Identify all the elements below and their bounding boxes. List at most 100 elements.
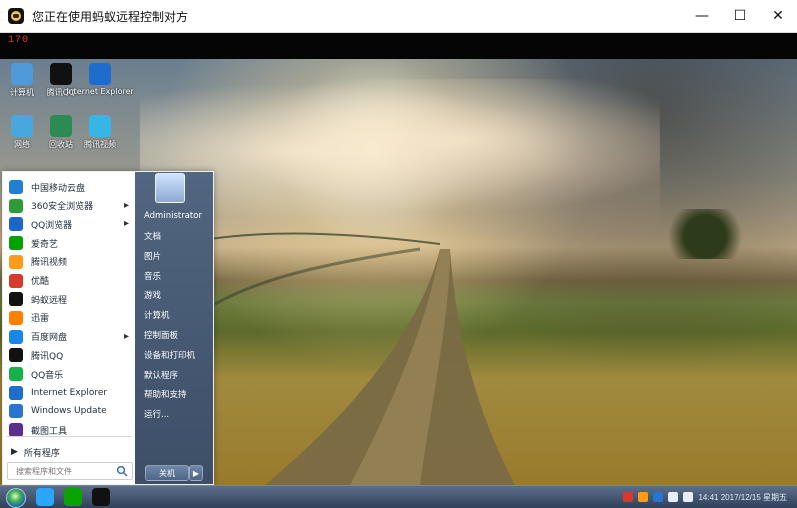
start-right-item-label: 控制面板 bbox=[144, 331, 179, 341]
program-icon bbox=[9, 310, 23, 325]
start-right-item[interactable]: 运行... bbox=[144, 406, 169, 422]
start-menu-item[interactable]: QQ浏览器 ▸ bbox=[3, 215, 135, 233]
clock[interactable]: 14:41 2017/12/15 星期五 bbox=[698, 492, 787, 503]
start-button[interactable] bbox=[6, 488, 26, 508]
start-right-item[interactable]: 计算机 bbox=[144, 307, 170, 323]
shutdown-options-button[interactable]: ▶ bbox=[189, 465, 203, 481]
start-menu-item[interactable]: Windows Update bbox=[3, 402, 135, 420]
start-menu-item[interactable]: 中国移动云盘 bbox=[3, 178, 135, 196]
remote-topbar: 170 bbox=[0, 33, 797, 59]
start-right-item[interactable]: 音乐 bbox=[144, 268, 161, 284]
minimize-button[interactable]: — bbox=[683, 0, 721, 32]
tray-icon[interactable] bbox=[668, 492, 679, 502]
start-menu-item[interactable]: 360安全浏览器 ▸ bbox=[3, 197, 135, 215]
tray-icon[interactable] bbox=[653, 492, 664, 502]
start-menu-item[interactable]: Internet Explorer bbox=[3, 384, 135, 402]
start-menu-separator bbox=[7, 436, 131, 437]
start-menu-item-label: 优酷 bbox=[31, 277, 50, 287]
internet-explorer-icon bbox=[89, 63, 111, 85]
remote-control-window: 您正在使用蚂蚁远程控制对方 — ☐ ✕ 170 计算机 腾讯QQ Interne… bbox=[0, 0, 797, 508]
search-input[interactable] bbox=[14, 465, 118, 477]
program-icon bbox=[9, 292, 23, 307]
program-icon bbox=[9, 217, 23, 232]
desktop-icon-label: 回收站 bbox=[49, 140, 73, 149]
start-menu-item-label: 360安全浏览器 bbox=[31, 202, 94, 213]
taskbar-iqiyi-icon[interactable] bbox=[64, 488, 82, 506]
start-menu-programs: 中国移动云盘 360安全浏览器 ▸ QQ浏览器 ▸ 爱奇艺 腾讯视频 优酷 蚂蚁远程 迅雷 百度网盘… bbox=[3, 172, 135, 484]
start-right-item[interactable]: 文档 bbox=[144, 228, 161, 244]
fps-counter: 170 bbox=[8, 35, 30, 46]
start-menu-item[interactable]: 蚂蚁远程 bbox=[3, 290, 135, 308]
start-menu-item[interactable]: 迅雷 bbox=[3, 309, 135, 327]
start-search[interactable] bbox=[7, 462, 133, 480]
shutdown-button[interactable]: 关机 bbox=[145, 465, 189, 481]
window-controls: — ☐ ✕ bbox=[683, 0, 797, 32]
program-icon bbox=[9, 236, 23, 251]
start-menu-item-label: 百度网盘 bbox=[31, 333, 68, 344]
start-right-item-label: 设备和打印机 bbox=[144, 350, 196, 361]
all-programs[interactable]: ▶ 所有程序 bbox=[3, 444, 135, 460]
start-menu-item-label: Internet Explorer bbox=[31, 387, 108, 398]
remote-desktop[interactable]: 计算机 腾讯QQ Internet Explorer 网络 回收站 腾讯视频 中… bbox=[0, 59, 797, 485]
computer-icon bbox=[11, 63, 33, 85]
desktop-icon-tencent-video[interactable]: 腾讯视频 bbox=[82, 115, 118, 151]
start-right-item[interactable]: 设备和打印机 bbox=[144, 347, 195, 363]
taskbar-browser-icon[interactable] bbox=[36, 488, 54, 506]
start-menu-item[interactable]: 腾讯视频 bbox=[3, 253, 135, 271]
close-button[interactable]: ✕ bbox=[759, 0, 797, 32]
start-menu-item-label: QQ浏览器 bbox=[31, 220, 73, 231]
start-menu-item[interactable]: QQ音乐 bbox=[3, 365, 135, 383]
start-right-user[interactable]: Administrator bbox=[144, 208, 202, 224]
start-right-item[interactable]: 控制面板 bbox=[144, 327, 178, 343]
network-icon bbox=[11, 115, 33, 137]
program-icon bbox=[9, 198, 23, 213]
start-right-item[interactable]: 默认程序 bbox=[144, 367, 178, 383]
tray-icon[interactable] bbox=[623, 492, 634, 502]
start-menu-item-label: 爱奇艺 bbox=[31, 239, 59, 250]
start-menu-item-label: Windows Update bbox=[31, 406, 107, 417]
tray-icon[interactable] bbox=[638, 492, 649, 502]
start-right-item[interactable]: 图片 bbox=[144, 248, 161, 264]
desktop-icon-network[interactable]: 网络 bbox=[4, 115, 40, 151]
start-right-item-label: 文档 bbox=[144, 232, 162, 242]
program-icon bbox=[9, 273, 23, 288]
taskbar: 14:41 2017/12/15 星期五 bbox=[0, 485, 797, 508]
submenu-arrow-icon: ▸ bbox=[123, 199, 129, 211]
title-bar: 您正在使用蚂蚁远程控制对方 — ☐ ✕ bbox=[0, 0, 797, 33]
tray-icon[interactable] bbox=[683, 492, 694, 502]
start-right-item-label: 图片 bbox=[144, 251, 162, 262]
window-title: 您正在使用蚂蚁远程控制对方 bbox=[32, 9, 189, 24]
start-menu-item-label: 截图工具 bbox=[31, 426, 68, 437]
search-icon[interactable] bbox=[116, 465, 128, 477]
program-icon bbox=[9, 423, 23, 438]
wallpaper-clouds bbox=[140, 79, 660, 239]
program-icon bbox=[9, 385, 23, 400]
submenu-arrow-icon: ▸ bbox=[123, 330, 129, 342]
desktop-icon-ie[interactable]: Internet Explorer bbox=[66, 63, 134, 99]
user-name: Administrator bbox=[144, 211, 202, 221]
clock-date: 2017/12/15 星期五 bbox=[720, 492, 787, 502]
recycle-bin-icon bbox=[50, 115, 72, 137]
start-menu[interactable]: 中国移动云盘 360安全浏览器 ▸ QQ浏览器 ▸ 爱奇艺 腾讯视频 优酷 蚂蚁远程 迅雷 百度网盘… bbox=[2, 171, 214, 485]
tencent-video-icon bbox=[89, 115, 111, 137]
maximize-button[interactable]: ☐ bbox=[721, 0, 759, 32]
start-menu-item[interactable]: 百度网盘 ▸ bbox=[3, 328, 135, 346]
program-icon bbox=[9, 348, 23, 363]
desktop-icon-label: 腾讯视频 bbox=[84, 140, 116, 149]
start-menu-item[interactable]: 优酷 bbox=[3, 272, 135, 290]
user-avatar[interactable] bbox=[155, 173, 185, 203]
start-menu-item[interactable]: 腾讯QQ bbox=[3, 346, 135, 364]
start-menu-item-label: 腾讯QQ bbox=[31, 351, 64, 362]
start-right-item[interactable]: 游戏 bbox=[144, 287, 161, 303]
taskbar-ant-remote-icon[interactable] bbox=[92, 488, 110, 506]
desktop-icon-label: 计算机 bbox=[10, 88, 34, 97]
start-right-item-label: 音乐 bbox=[144, 271, 162, 282]
submenu-arrow-icon: ▸ bbox=[123, 218, 129, 230]
program-icon bbox=[9, 329, 23, 344]
clock-time: 14:41 bbox=[698, 492, 719, 502]
desktop-icon-recycle-bin[interactable]: 回收站 bbox=[43, 115, 79, 151]
desktop-icon-computer[interactable]: 计算机 bbox=[4, 63, 40, 99]
program-icon bbox=[9, 367, 23, 381]
start-right-item[interactable]: 帮助和支持 bbox=[144, 386, 187, 402]
start-menu-item[interactable]: 爱奇艺 bbox=[3, 234, 135, 252]
